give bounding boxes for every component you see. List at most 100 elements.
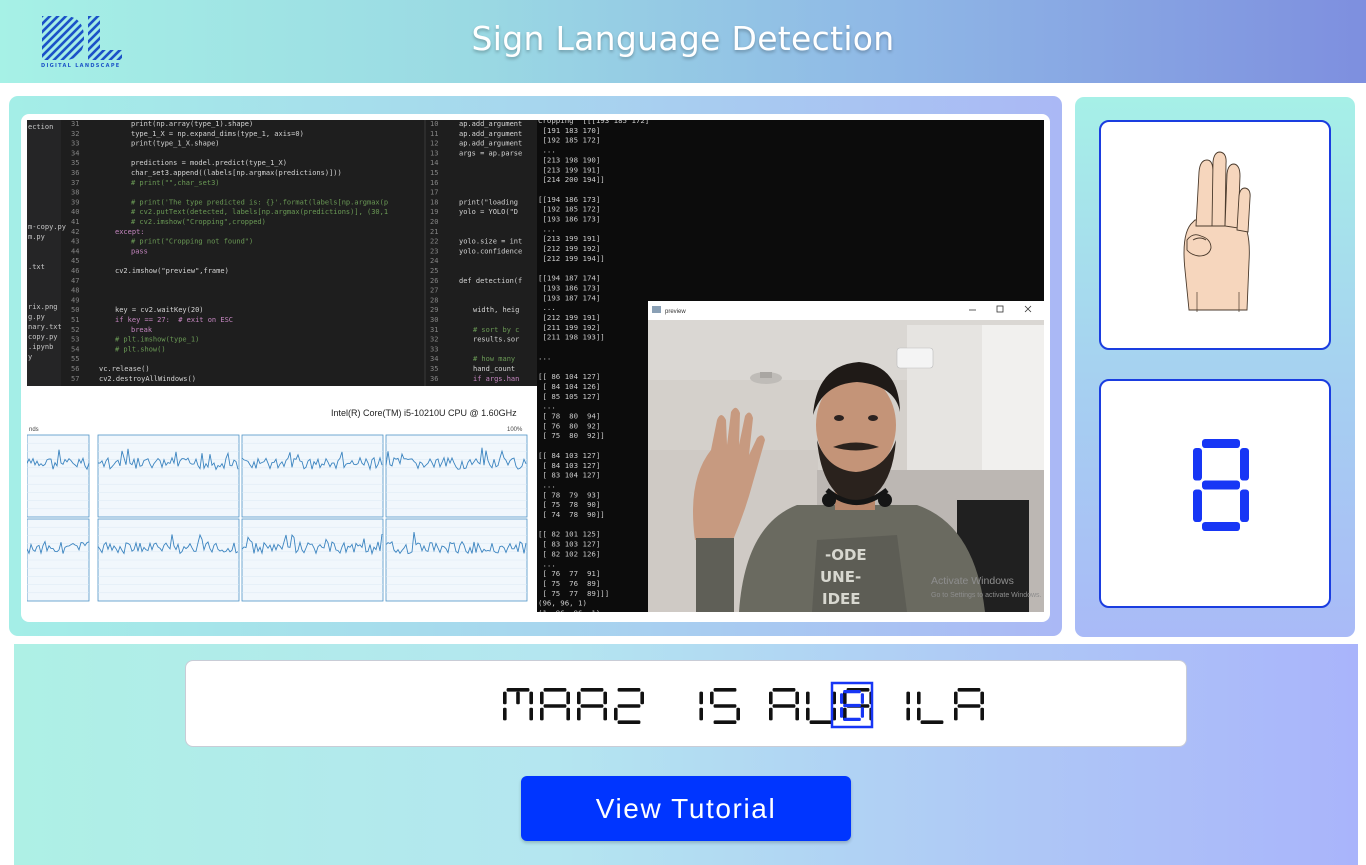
console-line: ...: [538, 559, 556, 568]
line-number: 38: [71, 189, 79, 197]
console-line: [192 185 172]: [538, 205, 600, 214]
console-line: [212 199 192]: [538, 244, 600, 253]
console-line: [ 83 103 127]: [538, 540, 600, 549]
file-list-item: .txt: [28, 263, 45, 271]
logo-caption: DIGITAL LANDSCAPE: [41, 63, 121, 69]
line-number: 18: [430, 198, 438, 206]
line-number: 34: [430, 355, 438, 363]
line-number: 53: [71, 336, 79, 344]
line-number: 14: [430, 159, 438, 167]
console-line: [ 76 77 91]: [538, 569, 600, 578]
sentence-char: [906, 691, 910, 721]
code-line: if key == 27: # exit on ESC: [115, 316, 233, 324]
video-feed: ection m-copy.py m.py .txt rix.png g.py nary.t…: [27, 120, 1044, 612]
code-line: # cv2.putText(detected, labels[np.argmax…: [131, 208, 388, 216]
code-line: # plt.show(): [115, 345, 166, 353]
predicted-letter-display: [1193, 439, 1249, 531]
line-number: 33: [71, 140, 79, 148]
line-number: 17: [430, 189, 438, 197]
code-line: print("loading: [459, 198, 518, 206]
console-line: [ 75 77 89]]]: [538, 589, 609, 598]
code-line: width, heig: [473, 306, 519, 314]
console-line: (1, 96, 96, 1): [538, 609, 600, 613]
console-line: [212 199 191]: [538, 313, 600, 322]
sentence-char: [540, 688, 570, 721]
line-number: 35: [430, 365, 438, 373]
console-line: [ 82 102 126]: [538, 549, 600, 558]
line-number: 35: [71, 159, 79, 167]
prediction-panel: [1075, 97, 1355, 637]
code-line: type_1_X = np.expand_dims(type_1, axis=0…: [131, 130, 304, 138]
line-number: 34: [71, 149, 79, 157]
code-line: def detection(f: [459, 277, 522, 285]
code-line: ap.add_argument: [459, 140, 522, 148]
console-line: [ 74 78 90]]: [538, 510, 605, 519]
code-line: vc.release(): [99, 365, 150, 373]
file-list-item: ection: [28, 123, 53, 131]
cpu-label: Intel(R) Core(TM) i5-10210U CPU @ 1.60GH…: [331, 408, 517, 418]
line-number: 32: [430, 336, 438, 344]
sentence-seven-segment-text: [503, 681, 984, 729]
sentence-char: [710, 688, 740, 724]
cpu-core-graph: [385, 518, 528, 602]
line-number: 31: [71, 120, 79, 128]
svg-text:Activate Windows: Activate Windows: [931, 575, 1014, 587]
line-number: 37: [71, 179, 79, 187]
console-line: ...: [538, 224, 556, 233]
console-line: [ 84 104 126]: [538, 382, 600, 391]
console-line: [193 187 174]: [538, 293, 600, 302]
line-number: 27: [430, 287, 438, 295]
file-list-item: g.py: [28, 313, 45, 321]
line-number: 47: [71, 277, 79, 285]
console-line: [[194 187 174]: [538, 274, 600, 283]
svg-text:IDEE: IDEE: [822, 590, 861, 608]
line-number: 40: [71, 208, 79, 216]
sentence-char: [503, 688, 533, 721]
line-number: 33: [430, 345, 438, 353]
svg-text:100%: 100%: [507, 427, 523, 433]
code-line: print(type_1_X.shape): [131, 140, 220, 148]
line-number: 39: [71, 198, 79, 206]
console-line: ...: [538, 480, 556, 489]
file-list-item: y: [28, 353, 32, 361]
code-line: ap.add_argument: [459, 130, 522, 138]
file-list-item: nary.txt: [28, 323, 62, 331]
line-number: 24: [430, 257, 438, 265]
line-number: 51: [71, 316, 79, 324]
predicted-letter-card: [1099, 379, 1331, 608]
sentence-output: [185, 660, 1187, 747]
console-line: [ 78 79 93]: [538, 490, 600, 499]
console-line: [211 199 192]: [538, 323, 600, 332]
line-number: 32: [71, 130, 79, 138]
code-line: results.sor: [473, 336, 519, 344]
console-line: [[ 86 104 127]: [538, 372, 600, 381]
line-number: 19: [430, 208, 438, 216]
line-number: 13: [430, 149, 438, 157]
view-tutorial-button[interactable]: View Tutorial: [521, 776, 851, 841]
console-line: [ 75 78 90]: [538, 500, 600, 509]
console-line: [ 78 80 94]: [538, 412, 600, 421]
line-number: 42: [71, 228, 79, 236]
line-number: 36: [430, 375, 438, 383]
preview-window: preview -ODE UNE- IDEE Activate Windows …: [648, 301, 1044, 612]
predicted-letter: [1193, 439, 1249, 531]
console-line: [213 199 191]: [538, 165, 600, 174]
line-number: 36: [71, 169, 79, 177]
console-line: [211 198 193]]: [538, 333, 605, 342]
file-list-item: rix.png: [28, 303, 58, 311]
console-line: [[194 186 173]: [538, 195, 600, 204]
code-line: # sort by c: [473, 326, 519, 334]
video-panel: ection m-copy.py m.py .txt rix.png g.py nary.t…: [9, 96, 1062, 636]
svg-text:Go to Settings to activate Win: Go to Settings to activate Windows.: [931, 592, 1042, 599]
hand-sign-card: [1099, 120, 1331, 350]
svg-text:-ODE: -ODE: [825, 546, 867, 564]
console-line: [ 83 104 127]: [538, 471, 600, 480]
code-line: char_set3.append((labels[np.argmax(predi…: [131, 169, 342, 177]
code-line: yolo.size = int: [459, 238, 522, 246]
sentence-char: [699, 691, 703, 721]
line-number: 56: [71, 365, 79, 373]
code-line: predictions = model.predict(type_1_X): [131, 159, 287, 167]
code-line: cv2.imshow("preview",frame): [115, 267, 229, 275]
console-line: [213 198 190]: [538, 155, 600, 164]
console-line: ...: [538, 303, 556, 312]
